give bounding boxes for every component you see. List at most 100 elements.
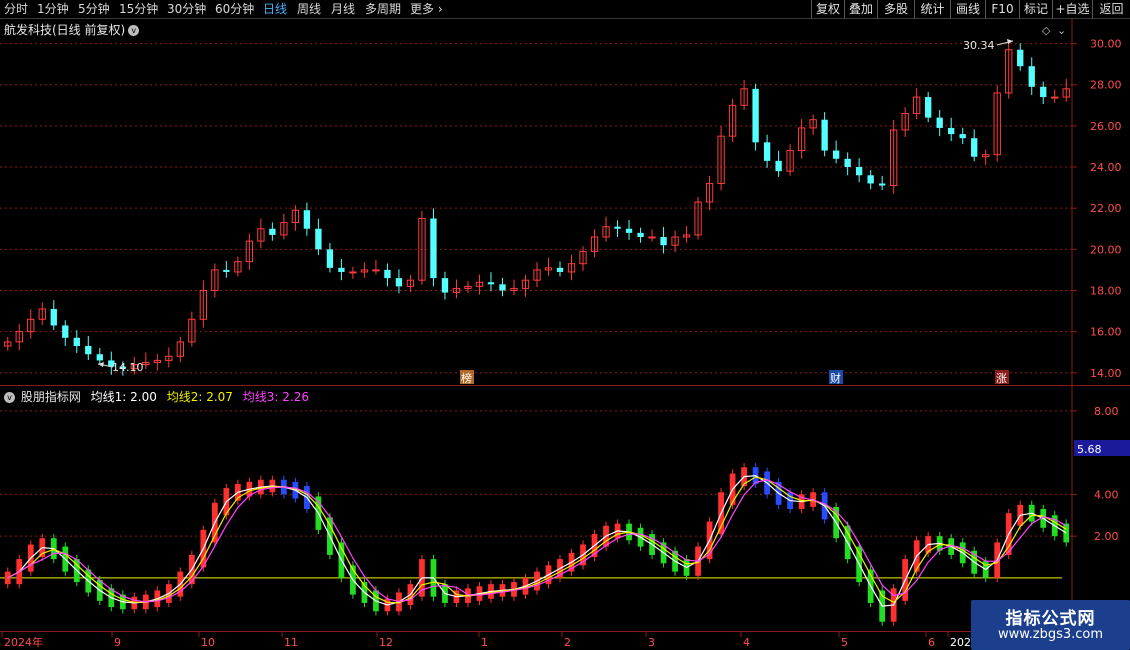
price-tick-label: 26.00: [1090, 120, 1122, 133]
candle-body: [315, 228, 322, 250]
chevron-down-icon[interactable]: v: [4, 392, 15, 403]
chevron-down-icon[interactable]: v: [128, 25, 140, 36]
candle-body: [878, 183, 886, 186]
time-axis-svg: 2024年 9 10 11 12 1 2 3 4 5 6 202: [1, 632, 971, 649]
stats-button[interactable]: 统计: [914, 0, 950, 19]
overlay-button[interactable]: 叠加: [844, 0, 877, 19]
time-tick-label: 2024年: [4, 635, 43, 649]
low-marker-label: 14.10: [112, 361, 144, 374]
time-tick-label: 6: [928, 636, 935, 649]
candle-body: [372, 269, 380, 272]
candle-body: [269, 228, 276, 235]
event-badge-zhang-label: 涨: [996, 372, 1007, 385]
multi-stock-button[interactable]: 多股: [877, 0, 914, 19]
candle-body: [349, 271, 357, 274]
price-tick-label: 16.00: [1090, 326, 1122, 339]
legend-ma3: 均线3: 2.26: [242, 390, 309, 404]
candle-body: [971, 138, 978, 157]
time-tick-label: 3: [648, 636, 655, 649]
f10-button[interactable]: F10: [985, 0, 1019, 19]
candle-body: [936, 117, 943, 128]
tab-weekly[interactable]: 周线: [297, 0, 321, 19]
low-marker-arrowhead: [98, 362, 104, 367]
time-tick-label: 202: [950, 636, 971, 649]
candle-body: [844, 158, 851, 168]
candle-body: [62, 325, 69, 338]
candle-body: [338, 267, 345, 272]
back-button[interactable]: 返回: [1092, 0, 1130, 19]
candle-body: [625, 228, 633, 233]
candle-body: [925, 97, 932, 118]
time-tick-label: 11: [284, 636, 298, 649]
candle-body: [648, 236, 656, 239]
tab-30min[interactable]: 30分钟: [167, 0, 206, 19]
time-axis: 2024年 9 10 11 12 1 2 3 4 5 6 202: [0, 631, 1130, 650]
event-badge-bang-label: 榜: [461, 371, 472, 385]
candle-body: [1017, 49, 1024, 67]
tab-daily[interactable]: 日线: [263, 0, 287, 19]
candle-body: [326, 249, 334, 268]
mark-button[interactable]: 标记: [1019, 0, 1052, 19]
price-chart-panel[interactable]: 14.00 16.00 18.00 20.00 22.00 24.00 26.00 28.00…: [0, 19, 1130, 385]
time-tick-label: 1: [481, 636, 488, 649]
tab-fenshi[interactable]: 分时: [4, 0, 28, 19]
candle-body: [50, 308, 57, 326]
tab-15min[interactable]: 15分钟: [119, 0, 158, 19]
candle-body: [1040, 86, 1047, 98]
chevron-down-icon[interactable]: ⌄: [1057, 24, 1066, 37]
time-tick-label: 12: [379, 636, 393, 649]
time-tick-label: 5: [841, 636, 848, 649]
indicator-chart[interactable]: 2.00 4.00 8.00 5.68: [0, 386, 1130, 632]
candle-body: [96, 354, 103, 361]
candle-body: [763, 142, 771, 161]
tab-5min[interactable]: 5分钟: [78, 0, 110, 19]
tab-60min[interactable]: 60分钟: [215, 0, 254, 19]
indicator-axis: 2.00 4.00 8.00: [1071, 386, 1119, 632]
draw-line-button[interactable]: 画线: [950, 0, 985, 19]
candle-body: [430, 218, 437, 279]
chevron-right-icon: ›: [434, 2, 443, 16]
indicator-tick-label: 4.00: [1094, 488, 1119, 501]
watermark-url: www.zbgs3.com: [997, 627, 1104, 642]
event-badges: 榜 财 涨: [460, 370, 1009, 385]
indicator-panel[interactable]: 2.00 4.00 8.00 5.68 v 股朋指标网 均线1: 2.00 均线2:…: [0, 385, 1130, 632]
candle-body: [487, 282, 495, 285]
tab-more-label: 更多: [410, 2, 435, 16]
time-tick-label: 9: [114, 636, 121, 649]
price-chart[interactable]: 14.00 16.00 18.00 20.00 22.00 24.00 26.00 28.00…: [0, 19, 1130, 385]
price-tick-label: 22.00: [1090, 202, 1122, 215]
time-tick-label: 10: [201, 636, 215, 649]
indicator-tick-label: 2.00: [1094, 530, 1119, 543]
candles: [4, 39, 1070, 376]
time-tick-label: 4: [743, 636, 750, 649]
candle-body: [1051, 96, 1059, 99]
price-tick-label: 14.00: [1090, 367, 1122, 380]
candle-body: [303, 210, 311, 229]
candle-body: [959, 134, 966, 139]
time-tick-label: 2: [564, 636, 571, 649]
candle-body: [821, 119, 828, 151]
price-tick-label: 28.00: [1090, 79, 1122, 92]
site-watermark: 指标公式网 www.zbgs3.com: [971, 600, 1130, 650]
candle-body: [441, 278, 449, 293]
price-tick-label: 30.00: [1090, 38, 1122, 51]
fuquan-button[interactable]: 复权: [811, 0, 844, 19]
candle-body: [395, 278, 403, 287]
period-toolbar: 分时 1分钟 5分钟 15分钟 30分钟 60分钟 日线 周线 月线 多周期 更…: [0, 0, 1130, 19]
tab-1min[interactable]: 1分钟: [37, 0, 69, 19]
tab-monthly[interactable]: 月线: [331, 0, 355, 19]
tab-multi-period[interactable]: 多周期: [365, 0, 401, 19]
candle-body: [752, 88, 759, 143]
high-marker-label: 30.34: [963, 39, 995, 52]
legend-ma1: 均线1: 2.00: [90, 390, 157, 404]
candle-body: [867, 175, 874, 184]
price-grid: [0, 43, 1072, 374]
event-badge-cai-label: 财: [830, 371, 841, 385]
candle-body: [85, 346, 92, 355]
indicator-bar: [1063, 523, 1070, 543]
price-axis: 14.00 16.00 18.00 20.00 22.00 24.00 26.00 28.00…: [1071, 19, 1122, 385]
price-tick-label: 24.00: [1090, 161, 1122, 174]
add-watchlist-button[interactable]: +自选: [1052, 0, 1092, 19]
diamond-icon[interactable]: ◇: [1042, 24, 1051, 37]
tab-more[interactable]: 更多 ›: [410, 0, 443, 19]
